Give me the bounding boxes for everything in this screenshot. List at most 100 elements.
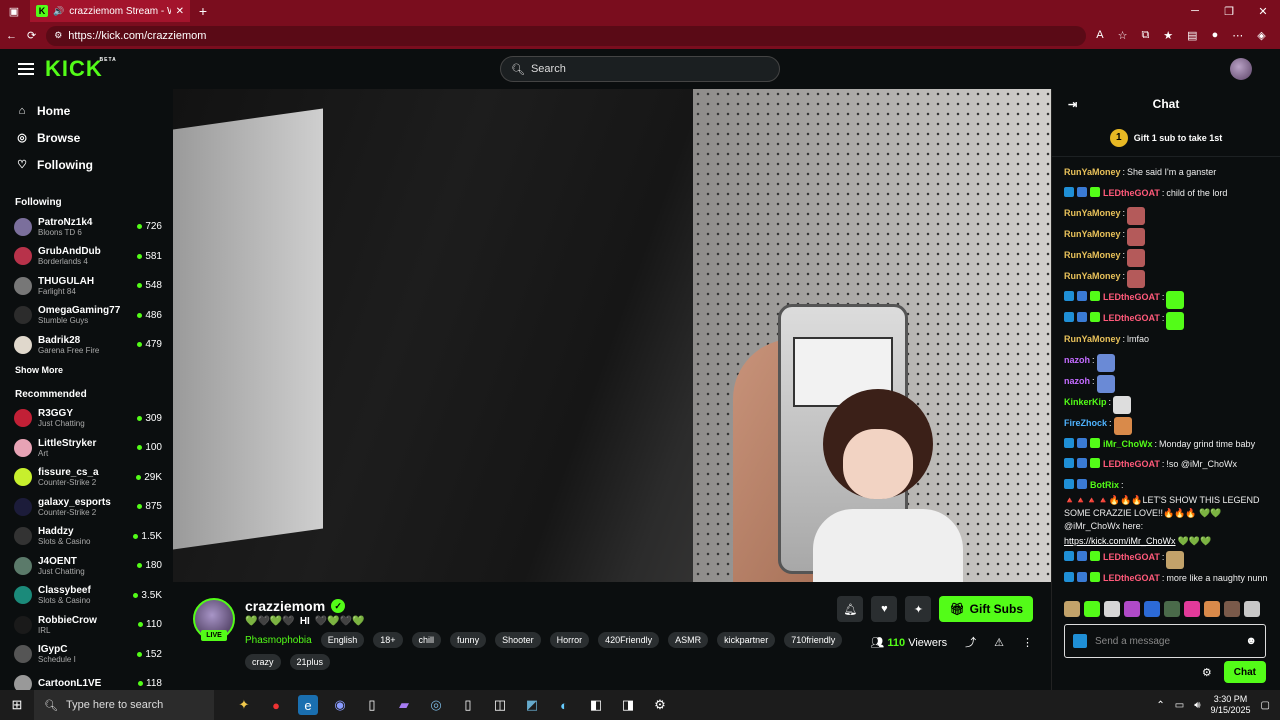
stream-tag[interactable]: 21plus	[289, 654, 331, 670]
stream-tag[interactable]: Shooter	[495, 632, 541, 648]
sidebar-channel[interactable]: J4OENT Just Chatting 180	[0, 551, 172, 581]
chat-username[interactable]: RunYaMoney	[1064, 333, 1121, 346]
notification-bell-button[interactable]: 🔔︎	[837, 596, 864, 622]
folder-icon[interactable]: ▰	[394, 695, 414, 715]
back-icon[interactable]: ←	[6, 30, 17, 42]
profile-icon[interactable]: ●	[1212, 29, 1219, 42]
more-menu-icon[interactable]: ⋯	[1232, 29, 1243, 42]
sidebar-channel[interactable]: PatroNz1k4 Bloons TD 6 726	[0, 212, 172, 242]
emote-icon[interactable]	[1124, 601, 1140, 617]
chat-username[interactable]: RunYaMoney	[1064, 228, 1121, 241]
collections-icon[interactable]: ▤	[1187, 29, 1197, 42]
chat-username[interactable]: nazoh	[1064, 354, 1090, 367]
file-icon[interactable]: ▯	[362, 695, 382, 715]
chat-username[interactable]: LEDtheGOAT	[1103, 551, 1160, 564]
speaker-icon[interactable]: 🔊︎	[1194, 700, 1200, 711]
chat-username[interactable]: BotRix	[1090, 479, 1119, 492]
stream-tag[interactable]: ASMR	[668, 632, 709, 648]
read-aloud-icon[interactable]: A	[1096, 29, 1103, 42]
sidebar-channel[interactable]: GrubAndDub Borderlands 4 581	[0, 242, 172, 272]
address-bar[interactable]: ⚙ https://kick.com/crazziemom	[46, 25, 1087, 46]
emote-icon[interactable]	[1204, 601, 1220, 617]
chat-username[interactable]: LEDtheGOAT	[1103, 458, 1160, 471]
notifications-icon[interactable]: ▢	[1261, 700, 1270, 711]
extensions-icon[interactable]: ⧉	[1141, 29, 1149, 42]
stream-tag[interactable]: chill	[411, 632, 442, 648]
stream-tag[interactable]: English	[320, 632, 365, 648]
window-menu-icon[interactable]: ▣	[0, 5, 28, 18]
favorites-icon[interactable]: ★	[1163, 29, 1173, 42]
sidebar-channel[interactable]: Haddzy Slots & Casino 1.5K	[0, 522, 172, 552]
url-text[interactable]: https://kick.com/crazziemom	[68, 30, 206, 42]
share-icon[interactable]: ⤴	[965, 634, 976, 650]
chat-settings-icon[interactable]: ⚙	[1202, 666, 1212, 679]
chat-username[interactable]: nazoh	[1064, 375, 1090, 388]
sidebar-channel[interactable]: OmegaGaming77 Stumble Guys 486	[0, 301, 172, 331]
chat-username[interactable]: iMr_ChoWx	[1103, 438, 1153, 451]
report-icon[interactable]: ⚠	[994, 636, 1004, 649]
app-icon[interactable]: ◫	[490, 695, 510, 715]
sidebar-channel[interactable]: LittleStryker Art 100	[0, 433, 172, 463]
maximize-button[interactable]: ❐	[1212, 5, 1246, 18]
discord-icon[interactable]: ◉	[330, 695, 350, 715]
chat-username[interactable]: RunYaMoney	[1064, 207, 1121, 220]
taskbar-search[interactable]: 🔍︎ Type here to search	[34, 690, 214, 720]
close-tab-icon[interactable]: ✕	[176, 6, 184, 17]
document-icon[interactable]: ▯	[458, 695, 478, 715]
stream-tag[interactable]: crazy	[245, 654, 281, 670]
sidebar-channel[interactable]: galaxy_esports Counter-Strike 2 875	[0, 492, 172, 522]
stream-tag[interactable]: 18+	[373, 632, 403, 648]
sidebar-channel[interactable]: THUGULAH Farlight 84 548	[0, 271, 172, 301]
refresh-icon[interactable]: ⟳	[27, 29, 36, 42]
chat-username[interactable]: KinkerKip	[1064, 396, 1107, 409]
menu-icon[interactable]	[18, 63, 34, 75]
tray-chevron-icon[interactable]: ⌃	[1156, 700, 1164, 711]
chat-username[interactable]: LEDtheGOAT	[1103, 572, 1160, 585]
emoji-picker-icon[interactable]: ☻	[1245, 635, 1257, 647]
nav-following[interactable]: ♡ Following	[0, 151, 172, 178]
gift-subs-button[interactable]: 🎁︎ Gift Subs	[939, 596, 1033, 622]
video-player[interactable]	[173, 89, 1051, 582]
gift-banner[interactable]: 1 Gift 1 sub to take 1st	[1052, 119, 1280, 157]
follow-heart-button[interactable]: ♥	[871, 596, 898, 622]
recorder-app-icon[interactable]: ●	[266, 695, 286, 715]
nav-home[interactable]: ⌂ Home	[0, 97, 172, 124]
chrome-icon[interactable]: ◐	[554, 695, 574, 715]
site-info-icon[interactable]: ⚙	[54, 30, 62, 41]
emote-icon[interactable]	[1184, 601, 1200, 617]
app-icon[interactable]: ◩	[522, 695, 542, 715]
stream-tag[interactable]: 420Friendly	[598, 632, 660, 648]
edge-browser-icon[interactable]: e	[298, 695, 318, 715]
audio-icon[interactable]: 🔊	[53, 6, 64, 17]
emote-icon[interactable]	[1164, 601, 1180, 617]
chat-username[interactable]: FireZhock	[1064, 417, 1107, 430]
search-input[interactable]: 🔍︎ Search	[500, 56, 780, 82]
settings-icon[interactable]: ⚙	[650, 695, 670, 715]
nav-browse[interactable]: ◎ Browse	[0, 124, 172, 151]
app-icon[interactable]: ◧	[586, 695, 606, 715]
minimize-button[interactable]: ─	[1178, 5, 1212, 18]
emote-icon[interactable]	[1064, 601, 1080, 617]
chat-username[interactable]: LEDtheGOAT	[1103, 312, 1160, 325]
chat-username[interactable]: RunYaMoney	[1064, 166, 1121, 179]
close-window-button[interactable]: ✕	[1246, 5, 1280, 18]
clock[interactable]: 3:30 PM 9/15/2025	[1211, 694, 1251, 716]
chat-input[interactable]: Send a message ☻	[1064, 624, 1266, 658]
kick-logo[interactable]: KICK BETA	[45, 56, 116, 82]
favorite-star-icon[interactable]: ☆	[1118, 29, 1128, 42]
sidebar-channel[interactable]: fissure_cs_a Counter-Strike 2 29K	[0, 463, 172, 493]
emote-icon[interactable]	[1224, 601, 1240, 617]
copilot-taskbar-icon[interactable]: ✦	[234, 695, 254, 715]
chat-username[interactable]: LEDtheGOAT	[1103, 187, 1160, 200]
sidebar-channel[interactable]: Badrik28 Garena Free Fire 479	[0, 330, 172, 360]
copilot-icon[interactable]: ◈	[1257, 29, 1265, 42]
chat-username[interactable]: LEDtheGOAT	[1103, 291, 1160, 304]
sidebar-channel[interactable]: IGypC Schedule I 152	[0, 640, 172, 670]
app-icon[interactable]: ◨	[618, 695, 638, 715]
more-options-icon[interactable]: ⋮	[1022, 636, 1033, 649]
chat-username[interactable]: RunYaMoney	[1064, 249, 1121, 262]
clip-button[interactable]: ✦	[905, 596, 932, 622]
emote-icon[interactable]	[1244, 601, 1260, 617]
streamer-name[interactable]: crazziemom	[245, 598, 325, 614]
network-icon[interactable]: ▭	[1175, 700, 1184, 711]
